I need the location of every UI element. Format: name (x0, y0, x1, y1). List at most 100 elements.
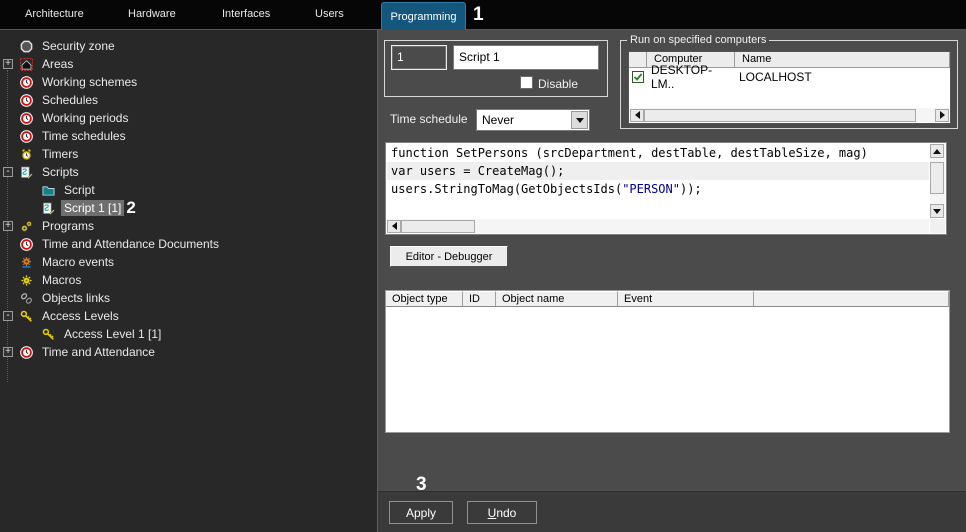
expander-icon[interactable] (3, 185, 13, 195)
expander-icon[interactable] (3, 131, 13, 141)
sidebar-item-label-selected: Script 1 [1] (61, 200, 124, 216)
checkbox-column-header[interactable] (629, 52, 647, 68)
expander-icon[interactable]: + (3, 347, 13, 357)
expander-icon[interactable] (3, 257, 13, 267)
expander-icon[interactable] (3, 203, 13, 213)
sidebar-item-programs[interactable]: + Programs (0, 217, 377, 235)
tab-interfaces[interactable]: Interfaces (222, 8, 270, 20)
expander-icon[interactable] (3, 275, 13, 285)
tab-users[interactable]: Users (315, 8, 344, 20)
sidebar-item-label: Access Levels (39, 308, 122, 324)
link-icon (20, 292, 33, 305)
tree-indent (20, 334, 42, 335)
disable-checkbox[interactable] (520, 76, 533, 89)
sidebar-item-macro-events[interactable]: Macro events (0, 253, 377, 271)
script-name-input[interactable]: Script 1 (453, 45, 599, 70)
computers-horizontal-scrollbar[interactable] (630, 108, 949, 122)
tree-indent (20, 190, 42, 191)
expander-icon[interactable]: + (3, 221, 13, 231)
expander-icon[interactable] (3, 77, 13, 87)
scrollbar-thumb[interactable] (644, 109, 916, 122)
sidebar-item-label: Macro events (39, 254, 117, 270)
sidebar-item-access-level-1[interactable]: Access Level 1 [1] (0, 325, 377, 343)
code-line: function SetPersons (srcDepartment, dest… (387, 144, 929, 162)
scrollbar-thumb[interactable] (930, 162, 944, 194)
tree-indent (20, 208, 42, 209)
scroll-left-button[interactable] (630, 109, 644, 122)
sidebar-item-label: Time and Attendance (39, 344, 158, 360)
time-schedule-label: Time schedule (390, 112, 468, 126)
tab-hardware[interactable]: Hardware (128, 8, 176, 20)
scroll-left-button[interactable] (387, 220, 401, 233)
sidebar-item-timers[interactable]: Timers (0, 145, 377, 163)
sidebar-item-label: Objects links (39, 290, 113, 306)
annotation-3: 3 (416, 474, 427, 496)
time-schedule-dropdown[interactable]: Never (476, 109, 590, 131)
sidebar-item-schedules[interactable]: Schedules (0, 91, 377, 109)
down-arrow-icon (933, 209, 941, 214)
sidebar-item-time-and-attendance[interactable]: + Time and Attendance (0, 343, 377, 361)
disable-label: Disable (538, 77, 578, 91)
editor-horizontal-scrollbar[interactable] (387, 219, 929, 233)
expander-icon[interactable]: + (3, 59, 13, 69)
sidebar-item-label: Access Level 1 [1] (61, 326, 164, 342)
computers-table: Computer Name DESKTOP-LM.. LOCALHOST (628, 51, 951, 124)
scroll-up-button[interactable] (930, 144, 944, 158)
expander-icon[interactable] (3, 329, 13, 339)
object-name-column-header[interactable]: Object name (496, 291, 618, 307)
sidebar-item-areas[interactable]: + Areas (0, 55, 377, 73)
sidebar-item-time-attendance-documents[interactable]: Time and Attendance Documents (0, 235, 377, 253)
sidebar-item-macros[interactable]: Macros (0, 271, 377, 289)
code-area[interactable]: function SetPersons (srcDepartment, dest… (387, 144, 929, 218)
sidebar-item-label: Script (61, 182, 98, 198)
events-table: Object type ID Object name Event (385, 290, 950, 433)
sidebar-item-working-periods[interactable]: Working periods (0, 109, 377, 127)
undo-button[interactable]: Undo (467, 501, 537, 524)
expander-icon[interactable] (3, 149, 13, 159)
security-zone-icon (20, 40, 33, 53)
tab-programming[interactable]: Programming (381, 2, 466, 30)
scroll-down-button[interactable] (930, 204, 944, 218)
house-icon (20, 58, 33, 71)
sidebar-item-time-schedules[interactable]: Time schedules (0, 127, 377, 145)
clock-icon (20, 76, 33, 89)
tab-architecture[interactable]: Architecture (25, 8, 84, 20)
scrollbar-corner (930, 219, 945, 233)
sidebar-item-objects-links[interactable]: Objects links (0, 289, 377, 307)
sidebar-item-script-1[interactable]: Script 1 [1] 2 (0, 199, 377, 217)
computer-row[interactable]: DESKTOP-LM.. LOCALHOST (629, 68, 950, 86)
sidebar-item-access-levels[interactable]: - Access Levels (0, 307, 377, 325)
sidebar-item-label: Schedules (39, 92, 101, 108)
name-column-header[interactable]: Name (735, 52, 950, 68)
id-column-header[interactable]: ID (463, 291, 496, 307)
scroll-right-button[interactable] (935, 109, 949, 122)
expander-icon[interactable] (3, 239, 13, 249)
event-column-header[interactable]: Event (618, 291, 754, 307)
editor-debugger-button[interactable]: Editor - Debugger (390, 246, 508, 267)
left-arrow-icon (635, 111, 640, 119)
object-type-column-header[interactable]: Object type (386, 291, 463, 307)
sidebar-item-working-schemes[interactable]: Working schemes (0, 73, 377, 91)
sidebar-item-security-zone[interactable]: Security zone (0, 37, 377, 55)
expander-icon[interactable] (3, 95, 13, 105)
expander-icon[interactable]: - (3, 167, 13, 177)
run-on-computers-group: Run on specified computers Computer Name… (620, 40, 958, 129)
expander-icon[interactable] (3, 41, 13, 51)
dropdown-button[interactable] (571, 111, 588, 129)
sidebar-item-script[interactable]: Script (0, 181, 377, 199)
scrollbar-thumb[interactable] (401, 220, 475, 233)
expander-icon[interactable] (3, 113, 13, 123)
clock-icon (20, 130, 33, 143)
right-arrow-icon (940, 111, 945, 119)
expander-icon[interactable]: - (3, 311, 13, 321)
computer-row-checkbox[interactable] (632, 71, 644, 83)
editor-vertical-scrollbar[interactable] (930, 144, 945, 218)
script-code-editor[interactable]: function SetPersons (srcDepartment, dest… (385, 142, 947, 235)
sidebar-item-scripts[interactable]: - Scripts (0, 163, 377, 181)
sidebar-item-label: Working schemes (39, 74, 140, 90)
apply-button[interactable]: Apply (389, 501, 453, 524)
script-id-field[interactable]: 1 (391, 45, 447, 70)
expander-icon[interactable] (3, 293, 13, 303)
gears-icon (20, 220, 33, 233)
alarm-clock-icon (20, 148, 33, 161)
